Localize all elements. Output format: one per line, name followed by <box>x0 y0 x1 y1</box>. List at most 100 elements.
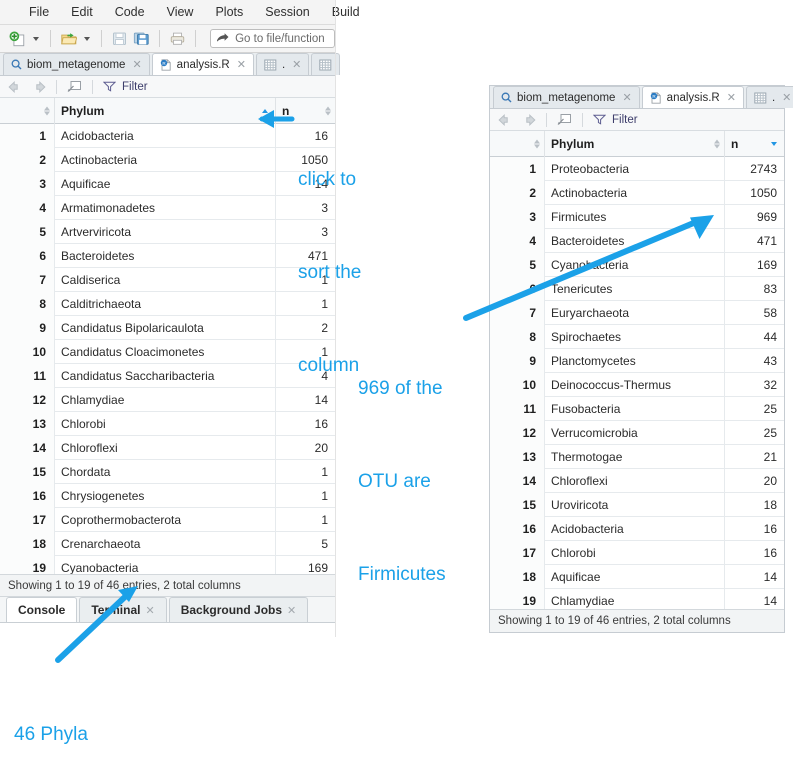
cell-phylum: Tenericutes <box>545 276 725 301</box>
cell-n: 2 <box>321 320 328 335</box>
menu-item-session[interactable]: Session <box>254 0 320 25</box>
table-row[interactable]: 15 Uroviricota 18 <box>490 492 784 517</box>
table-row[interactable]: 14 Chloroflexi 20 <box>490 468 784 493</box>
filter-label[interactable]: Filter <box>612 114 638 126</box>
table-row[interactable]: 3 Aquificae 14 <box>0 171 335 196</box>
table-row[interactable]: 13 Thermotogae 21 <box>490 444 784 469</box>
show-in-new-window-icon[interactable] <box>557 113 572 126</box>
menu-item-view[interactable]: View <box>156 0 205 25</box>
table-row[interactable]: 19 Cyanobacteria 169 <box>0 555 335 574</box>
save-all-disk-icon[interactable] <box>132 28 151 49</box>
close-icon[interactable]: ✕ <box>782 91 791 104</box>
right-header-phylum[interactable]: Phylum <box>545 130 725 157</box>
tab-biom-metagenome[interactable]: biom_metagenome ✕ <box>3 53 150 75</box>
right-header-rownum[interactable] <box>490 130 545 157</box>
funnel-icon[interactable] <box>593 114 606 125</box>
table-row[interactable]: 13 Chlorobi 16 <box>0 411 335 436</box>
tab-analysis-r[interactable]: R analysis.R ✕ <box>641 86 744 108</box>
open-file-dropdown-caret[interactable] <box>84 36 91 41</box>
tab-data-viewer-overflow[interactable] <box>311 53 341 75</box>
table-row[interactable]: 2 Actinobacteria 1050 <box>0 147 335 172</box>
table-row[interactable]: 4 Armatimonadetes 3 <box>0 195 335 220</box>
table-row[interactable]: 14 Chloroflexi 20 <box>0 435 335 460</box>
menu-item-file[interactable]: File <box>18 0 60 25</box>
table-row[interactable]: 10 Deinococcus-Thermus 32 <box>490 372 784 397</box>
tab-terminal[interactable]: Terminal ✕ <box>79 597 167 622</box>
funnel-icon[interactable] <box>103 81 116 92</box>
close-icon[interactable]: ✕ <box>622 91 631 104</box>
save-disk-icon[interactable] <box>110 28 129 49</box>
table-row[interactable]: 8 Calditrichaeota 1 <box>0 291 335 316</box>
table-row[interactable]: 17 Coprothermobacterota 1 <box>0 507 335 532</box>
cell-n: 20 <box>763 473 777 488</box>
table-row[interactable]: 18 Crenarchaeota 5 <box>0 531 335 556</box>
arrow-right-icon[interactable] <box>520 113 536 126</box>
table-row[interactable]: 7 Euryarchaeota 58 <box>490 300 784 325</box>
left-header-phylum[interactable]: Phylum <box>55 97 276 124</box>
menu-item-plots[interactable]: Plots <box>204 0 254 25</box>
right-header-n[interactable]: n <box>725 131 784 157</box>
menu-item-build[interactable]: Build <box>321 0 371 25</box>
goto-file-function-input[interactable]: Go to file/function <box>210 29 335 48</box>
close-icon[interactable]: ✕ <box>132 58 141 71</box>
arrow-left-icon[interactable] <box>8 80 24 93</box>
tab-data-viewer[interactable]: . ✕ <box>255 53 310 75</box>
table-row[interactable]: 2 Actinobacteria 1050 <box>490 180 784 205</box>
table-row[interactable]: 5 Artverviricota 3 <box>0 219 335 244</box>
cell-n: 16 <box>763 545 777 560</box>
left-grid-body[interactable]: 1 Acidobacteria 16 2 Actinobacteria 1050 3 Aqui… <box>0 124 335 574</box>
table-row[interactable]: 16 Chrysiogenetes 1 <box>0 483 335 508</box>
table-row[interactable]: 4 Bacteroidetes 471 <box>490 228 784 253</box>
close-icon[interactable]: ✕ <box>727 91 736 104</box>
menu-item-edit[interactable]: Edit <box>60 0 104 25</box>
tab-data-viewer[interactable]: . ✕ <box>745 86 793 108</box>
table-row[interactable]: 8 Spirochaetes 44 <box>490 324 784 349</box>
arrow-right-icon[interactable] <box>30 80 46 93</box>
table-row[interactable]: 18 Aquificae 14 <box>490 564 784 589</box>
show-in-new-window-icon[interactable] <box>67 80 82 93</box>
filter-label[interactable]: Filter <box>122 81 148 93</box>
table-row[interactable]: 11 Fusobacteria 25 <box>490 396 784 421</box>
cell-phylum: Candidatus Saccharibacteria <box>55 363 276 388</box>
tab-biom-metagenome[interactable]: biom_metagenome ✕ <box>493 86 640 108</box>
menu-item-code[interactable]: Code <box>104 0 156 25</box>
close-icon[interactable]: ✕ <box>292 58 301 71</box>
arrow-left-icon[interactable] <box>498 113 514 126</box>
sort-indicator[interactable] <box>714 139 720 148</box>
table-row[interactable]: 5 Cyanobacteria 169 <box>490 252 784 277</box>
table-row[interactable]: 6 Tenericutes 83 <box>490 276 784 301</box>
table-row[interactable]: 1 Acidobacteria 16 <box>0 124 335 148</box>
table-row[interactable]: 12 Verrucomicrobia 25 <box>490 420 784 445</box>
sort-indicator[interactable] <box>534 139 540 148</box>
tab-background-jobs[interactable]: Background Jobs ✕ <box>168 597 309 622</box>
printer-icon[interactable] <box>168 28 187 49</box>
tab-console[interactable]: Console <box>6 597 78 622</box>
table-row[interactable]: 19 Chlamydiae 14 <box>490 588 784 609</box>
row-number: 19 <box>0 555 55 574</box>
tab-analysis-r[interactable]: R analysis.R ✕ <box>151 53 254 75</box>
table-row[interactable]: 7 Caldiserica 1 <box>0 267 335 292</box>
table-row[interactable]: 17 Chlorobi 16 <box>490 540 784 565</box>
table-row[interactable]: 15 Chordata 1 <box>0 459 335 484</box>
table-row[interactable]: 6 Bacteroidetes 471 <box>0 243 335 268</box>
table-row[interactable]: 9 Candidatus Bipolaricaulota 2 <box>0 315 335 340</box>
table-row[interactable]: 16 Acidobacteria 16 <box>490 516 784 541</box>
close-icon[interactable]: ✕ <box>237 58 246 71</box>
left-header-n[interactable]: n <box>276 98 335 124</box>
close-icon[interactable]: ✕ <box>287 604 296 617</box>
left-header-rownum[interactable] <box>0 97 55 124</box>
table-row[interactable]: 11 Candidatus Saccharibacteria 4 <box>0 363 335 388</box>
table-row[interactable]: 9 Planctomycetes 43 <box>490 348 784 373</box>
close-icon[interactable]: ✕ <box>145 604 154 617</box>
table-row[interactable]: 12 Chlamydiae 14 <box>0 387 335 412</box>
cell-phylum: Chlorobi <box>545 540 725 565</box>
table-row[interactable]: 1 Proteobacteria 2743 <box>490 157 784 181</box>
open-folder-icon[interactable] <box>59 28 79 49</box>
table-row[interactable]: 10 Candidatus Cloacimonetes 1 <box>0 339 335 364</box>
new-file-plus-icon[interactable] <box>8 28 27 49</box>
sort-indicator[interactable] <box>44 106 50 115</box>
right-grid-body[interactable]: 1 Proteobacteria 2743 2 Actinobacteria 1050 3 F… <box>490 157 784 609</box>
sort-indicator[interactable] <box>325 106 331 115</box>
new-file-dropdown-caret[interactable] <box>33 36 39 41</box>
table-row[interactable]: 3 Firmicutes 969 <box>490 204 784 229</box>
